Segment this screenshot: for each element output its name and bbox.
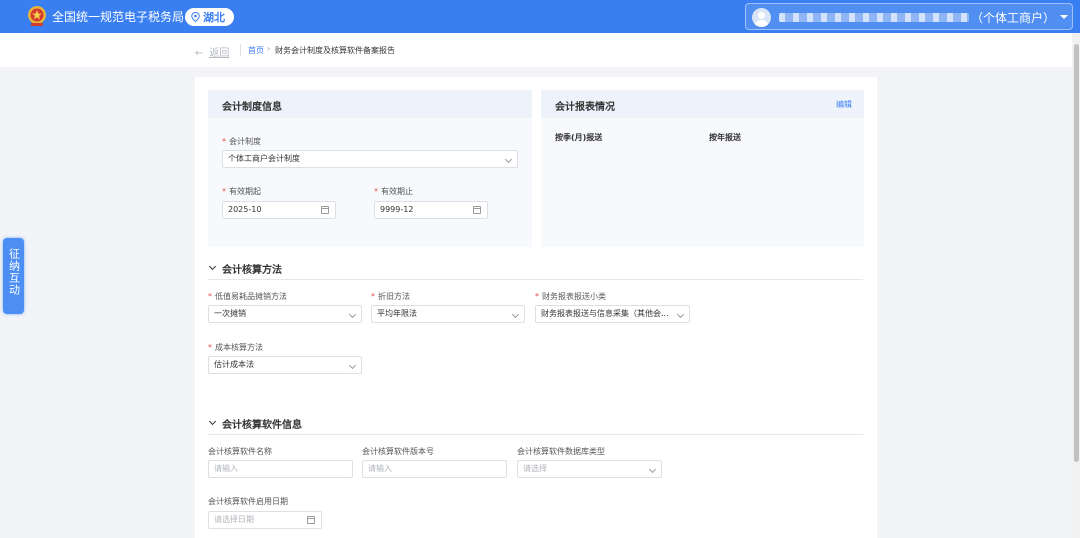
- software-info-title: 会计核算软件信息: [222, 420, 302, 431]
- cost-method-label: * 成本核算方法: [208, 343, 263, 352]
- user-account-menu[interactable]: （个体工商户）: [745, 3, 1073, 30]
- back-button[interactable]: ← 返回: [195, 44, 229, 59]
- page-scrollbar-thumb[interactable]: [1074, 44, 1079, 462]
- software-name-input[interactable]: 请输入: [208, 460, 353, 478]
- edit-report-button[interactable]: 编辑: [836, 99, 852, 110]
- arrow-left-icon: ←: [195, 48, 204, 59]
- user-avatar-icon: [752, 8, 771, 27]
- accounting-system-panel-header: 会计制度信息: [208, 90, 532, 118]
- report-subtype-label: * 财务报表报送小类: [535, 292, 606, 301]
- breadcrumb-bar: ← 返回 首页 › 财务会计制度及核算软件备案报告: [0, 33, 1072, 67]
- software-version-input[interactable]: 请输入: [362, 460, 507, 478]
- depreciation-method-select[interactable]: 平均年限法: [371, 305, 525, 323]
- chevron-down-icon: [648, 465, 657, 474]
- software-version-label: 会计核算软件版本号: [362, 447, 434, 456]
- cost-method-select[interactable]: 估计成本法: [208, 356, 362, 374]
- valid-start-label: * 有效期起: [222, 187, 261, 196]
- software-date-picker[interactable]: 请选择日期: [208, 511, 322, 529]
- chevron-down-icon: [504, 155, 513, 164]
- accounting-method-section-header[interactable]: 会计核算方法: [208, 258, 863, 280]
- valid-start-picker[interactable]: 2025-10: [222, 201, 336, 219]
- site-title[interactable]: 全国统一规范电子税务局: [52, 8, 184, 25]
- calendar-icon: [307, 516, 315, 524]
- software-info-section-header[interactable]: 会计核算软件信息: [208, 413, 863, 435]
- required-mark: *: [208, 292, 212, 301]
- required-mark: *: [374, 187, 378, 196]
- accounting-system-select[interactable]: 个体工商户会计制度: [222, 150, 518, 168]
- breadcrumb-home-link[interactable]: 首页: [248, 45, 264, 56]
- report-status-panel: 会计报表情况 编辑 按季(月)报送 按年报送: [541, 90, 864, 247]
- breadcrumb-divider: [240, 44, 241, 56]
- breadcrumb-separator-icon: ›: [267, 44, 271, 53]
- depreciation-method-label: * 折旧方法: [371, 292, 410, 301]
- required-mark: *: [535, 292, 539, 301]
- chevron-down-icon: [511, 310, 520, 319]
- region-label: 湖北: [203, 11, 225, 24]
- accounting-system-label: * 会计制度: [222, 137, 261, 146]
- chevron-down-icon: [348, 361, 357, 370]
- accounting-system-title: 会计制度信息: [222, 102, 282, 113]
- report-monthly-column: 按季(月)报送: [555, 133, 603, 142]
- interaction-float-tab[interactable]: 征纳互动: [3, 238, 24, 314]
- software-db-select[interactable]: 请选择: [517, 460, 662, 478]
- region-selector[interactable]: 湖北: [185, 8, 234, 26]
- required-mark: *: [371, 292, 375, 301]
- user-type-label: （个体工商户）: [971, 11, 1056, 25]
- report-subtype-select[interactable]: 财务报表报送与信息采集（其他会...: [535, 305, 690, 323]
- software-db-label: 会计核算软件数据库类型: [517, 447, 605, 456]
- location-pin-icon: [191, 12, 200, 22]
- emblem-logo: [28, 6, 46, 26]
- low-value-method-label: * 低值易耗品摊销方法: [208, 292, 287, 301]
- valid-end-picker[interactable]: 9999-12: [374, 201, 488, 219]
- valid-end-label: * 有效期止: [374, 187, 413, 196]
- chevron-down-icon: [208, 262, 217, 271]
- report-status-title: 会计报表情况: [555, 102, 615, 113]
- chevron-down-icon: [348, 310, 357, 319]
- low-value-method-select[interactable]: 一次摊销: [208, 305, 362, 323]
- accounting-method-title: 会计核算方法: [222, 265, 282, 276]
- report-yearly-column: 按年报送: [709, 133, 741, 142]
- required-mark: *: [208, 343, 212, 352]
- required-mark: *: [222, 137, 226, 146]
- accounting-system-panel: 会计制度信息 * 会计制度 个体工商户会计制度 * 有效期起 2025-10 * 有效…: [208, 90, 532, 247]
- user-name-redacted: [779, 13, 969, 22]
- software-name-label: 会计核算软件名称: [208, 447, 272, 456]
- calendar-icon: [321, 206, 329, 214]
- report-status-panel-header: 会计报表情况 编辑: [541, 90, 864, 118]
- required-mark: *: [222, 187, 226, 196]
- caret-down-icon[interactable]: [1060, 15, 1068, 19]
- chevron-down-icon: [676, 310, 685, 319]
- back-label: 返回: [209, 48, 230, 59]
- chevron-down-icon: [208, 417, 217, 426]
- top-header-bar: 全国统一规范电子税务局 湖北 （个体工商户）: [0, 0, 1080, 33]
- calendar-icon: [473, 206, 481, 214]
- breadcrumb-current: 财务会计制度及核算软件备案报告: [275, 46, 395, 55]
- main-form-card: 会计制度信息 * 会计制度 个体工商户会计制度 * 有效期起 2025-10 * 有效…: [195, 77, 877, 538]
- software-date-label: 会计核算软件启用日期: [208, 497, 288, 506]
